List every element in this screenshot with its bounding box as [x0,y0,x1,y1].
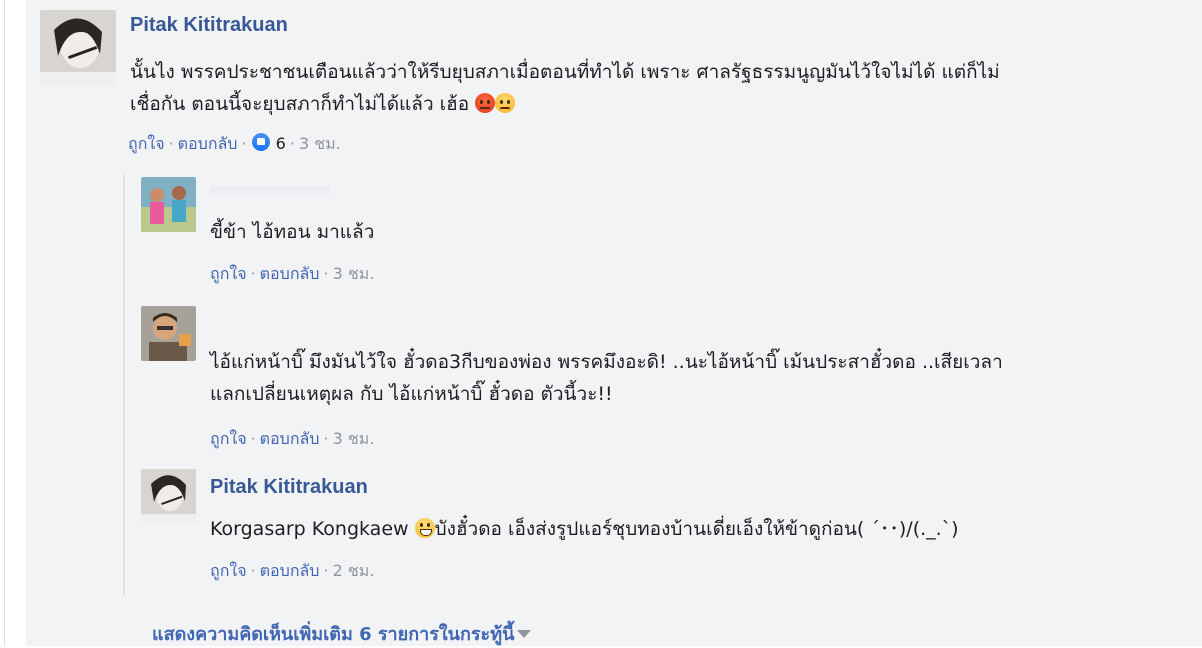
timestamp[interactable]: 2 ชม. [333,561,375,580]
like-button[interactable]: ถูกใจ [210,264,247,283]
reply-actions: ถูกใจ · ตอบกลับ · 3 ชม. [210,264,375,283]
angry-face-icon [475,93,496,113]
frowning-face-icon [495,93,516,113]
reply-button[interactable]: ตอบกลับ [260,264,320,283]
reply-actions: ถูกใจ · ตอบกลับ · 2 ชม. [210,561,375,580]
timestamp[interactable]: 3 ชม. [333,429,375,448]
reply-text: ขี้ข้า ไอ้ทอน มาแล้ว [210,221,375,243]
grinning-face-icon [414,518,435,538]
avatar[interactable] [141,306,196,361]
reaction-count[interactable]: 6 [276,134,286,153]
mention-link[interactable]: Korgasarp Kongkaew [210,518,409,540]
reply-text-line: ไอ้แก่หน้าบิ๊ มึงมันไว้ใจ ฮั๋วดอ3กีบของพ… [210,351,1003,373]
like-button[interactable]: ถูกใจ [210,561,247,580]
show-more-comments-link[interactable]: แสดงความคิดเห็นเพิ่มเติม 6 รายการในกระทู… [152,619,532,648]
caret-down-icon[interactable] [517,630,532,638]
comment-text-line: นั้นไง พรรคประชาชนเตือนแล้วว่าให้รีบยุบส… [130,61,1000,83]
page-divider [4,0,5,646]
timestamp[interactable]: 3 ชม. [333,264,375,283]
comment-text-line-2: เชื่อกัน ตอนนี้จะยุบสภาก็ทำไม่ได้แล้ว เฮ… [130,88,1190,120]
show-more-label[interactable]: แสดงความคิดเห็นเพิ่มเติม 6 รายการในกระทู… [152,624,514,645]
reply-thread-line [123,175,125,595]
avatar[interactable] [141,469,196,524]
reply-button[interactable]: ตอบกลับ [260,429,320,448]
like-reaction-icon[interactable] [250,132,271,152]
timestamp[interactable]: 3 ชม. [299,134,341,153]
reply-text-content: บังฮั๋วดอ เอ็งส่งรูปแอร์ชุบทองบ้านเดี่ยเ… [434,518,959,540]
reply-author-redacted [210,186,330,196]
comment-text-line-content: เชื่อกัน ตอนนี้จะยุบสภาก็ทำไม่ได้แล้ว เฮ… [130,93,470,115]
avatar[interactable] [141,177,196,232]
reply-button[interactable]: ตอบกลับ [260,561,320,580]
like-button[interactable]: ถูกใจ [210,429,247,448]
reply-author[interactable]: Pitak Kititrakuan [210,476,368,499]
comment-text: นั้นไง พรรคประชาชนเตือนแล้วว่าให้รีบยุบส… [130,56,1190,120]
like-button[interactable]: ถูกใจ [128,134,165,153]
avatar[interactable] [40,10,116,86]
reply-text: ไอ้แก่หน้าบิ๊ มึงมันไว้ใจ ฮั๋วดอ3กีบของพ… [210,346,1190,410]
reply-button[interactable]: ตอบกลับ [178,134,238,153]
comment-author[interactable]: Pitak Kititrakuan [130,14,288,37]
comment-actions: ถูกใจ · ตอบกลับ · 6 · 3 ชม. [128,132,341,153]
reply-text: Korgasarp Kongkaew บังฮั๋วดอ เอ็งส่งรูปแ… [210,513,959,545]
reply-actions: ถูกใจ · ตอบกลับ · 3 ชม. [210,429,375,448]
reply-text-line-2: แลกเปลี่ยนเหตุผล กับ ไอ้แก่หน้าบิ๊ ฮั๋วด… [210,383,613,405]
